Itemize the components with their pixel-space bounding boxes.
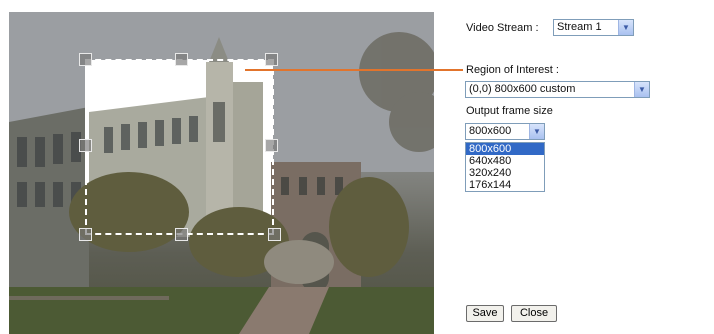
frame-size-select[interactable]: 800x600 ▼: [465, 123, 545, 140]
video-stream-value: Stream 1: [557, 21, 602, 33]
video-stream-label: Video Stream :: [466, 22, 539, 34]
frame-size-option[interactable]: 176x144: [466, 179, 544, 191]
roi-handle-top[interactable]: [175, 53, 188, 66]
frame-size-dropdown-list[interactable]: 800x600 640x480 320x240 176x144: [465, 142, 545, 192]
chevron-down-icon[interactable]: ▼: [529, 124, 544, 139]
chevron-down-icon[interactable]: ▼: [634, 82, 649, 97]
roi-handle-bottom-right[interactable]: [268, 228, 281, 241]
roi-label: Region of Interest :: [466, 64, 559, 76]
roi-selection-box[interactable]: [85, 59, 274, 235]
close-button[interactable]: Close: [511, 305, 557, 322]
save-button[interactable]: Save: [466, 305, 504, 322]
roi-handle-top-right[interactable]: [265, 53, 278, 66]
frame-size-option[interactable]: 640x480: [466, 155, 544, 167]
frame-size-option[interactable]: 800x600: [466, 143, 544, 155]
roi-handle-right[interactable]: [265, 139, 278, 152]
chevron-down-icon[interactable]: ▼: [618, 20, 633, 35]
frame-size-value: 800x600: [469, 125, 512, 137]
frame-size-label: Output frame size: [466, 105, 553, 117]
roi-connector-line: [245, 69, 463, 71]
frame-size-option[interactable]: 320x240: [466, 167, 544, 179]
roi-handle-top-left[interactable]: [79, 53, 92, 66]
roi-handle-left[interactable]: [79, 139, 92, 152]
roi-value: (0,0) 800x600 custom: [469, 83, 576, 95]
video-stream-select[interactable]: Stream 1 ▼: [553, 19, 634, 36]
roi-handle-bottom-left[interactable]: [79, 228, 92, 241]
roi-select[interactable]: (0,0) 800x600 custom ▼: [465, 81, 650, 98]
roi-handle-bottom[interactable]: [175, 228, 188, 241]
